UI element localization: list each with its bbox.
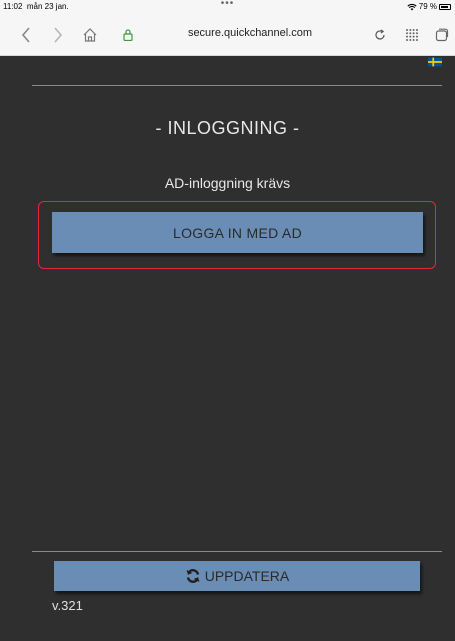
refresh-icon xyxy=(186,569,200,583)
page-title: - INLOGGNING - xyxy=(155,118,300,138)
reload-icon[interactable] xyxy=(370,25,390,45)
refresh-button-label: UPPDATERA xyxy=(204,568,290,584)
top-divider xyxy=(32,85,442,86)
status-indicators: 79 % xyxy=(407,2,451,11)
ad-required-text: AD-inloggning krävs xyxy=(164,175,291,191)
login-with-ad-button[interactable]: LOGGA IN MED AD xyxy=(52,212,423,253)
lock-icon xyxy=(118,25,138,45)
url-field[interactable]: secure.quickchannel.com xyxy=(140,27,360,39)
bottom-divider xyxy=(32,551,442,552)
wifi-icon xyxy=(407,3,417,10)
multitask-dots[interactable]: ••• xyxy=(0,0,455,9)
refresh-button[interactable]: UPPDATERA xyxy=(54,561,420,591)
version-label: v.321 xyxy=(52,598,83,613)
battery-percent: 79 % xyxy=(418,2,437,11)
forward-icon[interactable] xyxy=(48,25,68,45)
browser-toolbar: secure.quickchannel.com xyxy=(0,14,455,56)
status-bar: 11:02 mån 23 jan. ••• 79 % xyxy=(0,0,455,14)
tabs-icon[interactable] xyxy=(432,25,452,45)
swedish-flag-icon[interactable] xyxy=(428,57,442,67)
home-icon[interactable] xyxy=(80,25,100,45)
back-icon[interactable] xyxy=(16,25,36,45)
grid-icon[interactable] xyxy=(402,25,422,45)
battery-icon xyxy=(439,3,451,10)
